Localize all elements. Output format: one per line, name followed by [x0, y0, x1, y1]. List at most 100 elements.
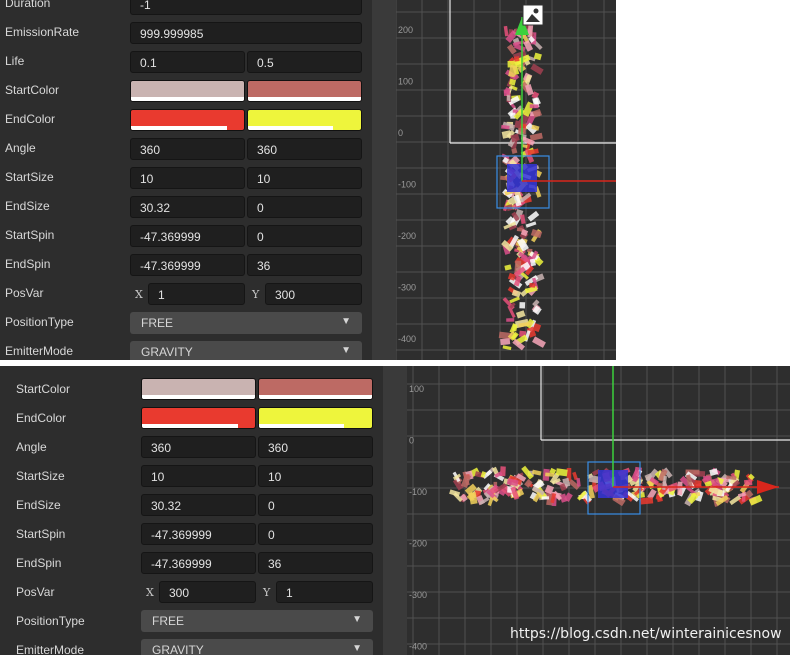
- posvar-y-field[interactable]: 300: [265, 283, 362, 305]
- property-label: StartSpin: [5, 228, 55, 242]
- startspin-max-field[interactable]: 0: [247, 225, 362, 247]
- property-row-endspin: EndSpin -47.369999 36: [0, 250, 372, 279]
- ruler-strip: [390, 0, 396, 360]
- alpha-bar: [142, 424, 239, 428]
- particle: [503, 25, 509, 37]
- endsize-min-field[interactable]: 30.32: [141, 494, 256, 516]
- endspin-min-field[interactable]: -47.369999: [130, 254, 245, 276]
- property-row-startcolor: StartColor: [0, 76, 372, 105]
- property-label: Angle: [16, 440, 47, 454]
- scene-view[interactable]: 200 100 0 -100 -200 -300 -400: [390, 0, 616, 360]
- scene-canvas[interactable]: 200 100 0 -100 -200 -300 -400: [390, 0, 616, 360]
- startcolor-color-b[interactable]: [258, 378, 373, 400]
- x-axis-label: X: [135, 288, 143, 301]
- ruler-label: -300: [398, 283, 416, 293]
- property-label: EndColor: [16, 411, 67, 425]
- particle: [529, 132, 543, 141]
- property-row-emittermode: EmitterMode GRAVITY ▼: [0, 635, 383, 655]
- ruler-label: -100: [398, 180, 416, 190]
- endcolor-color-a[interactable]: [130, 109, 245, 131]
- startspin-min-field[interactable]: -47.369999: [130, 225, 245, 247]
- alpha-bar: [142, 395, 255, 399]
- emissionrate-field[interactable]: 999.999985: [130, 22, 362, 44]
- angle-max-field[interactable]: 360: [258, 436, 373, 458]
- life-max-field[interactable]: 0.5: [247, 51, 362, 73]
- property-label: EndSpin: [16, 556, 62, 570]
- ruler-label: 0: [409, 436, 414, 446]
- y-axis-label: Y: [263, 586, 271, 599]
- red-arrow-icon[interactable]: [757, 480, 779, 494]
- property-row-endspin: EndSpin -47.369999 36: [0, 548, 383, 577]
- ruler-label: -400: [409, 642, 427, 652]
- emittermode-select[interactable]: GRAVITY ▼: [141, 639, 373, 655]
- endsize-min-field[interactable]: 30.32: [130, 196, 245, 218]
- property-row-endcolor: EndColor: [0, 403, 383, 432]
- screenshot-top: Duration -1 EmissionRate 999.999985 Life 0.1 0…: [0, 0, 616, 360]
- positiontype-select[interactable]: FREE ▼: [130, 312, 362, 334]
- property-label: StartSize: [5, 170, 54, 184]
- particle: [520, 214, 526, 225]
- endsize-max-field[interactable]: 0: [247, 196, 362, 218]
- angle-min-field[interactable]: 360: [130, 138, 245, 160]
- property-row-positiontype: PositionType FREE ▼: [0, 606, 383, 635]
- property-label: EndColor: [5, 112, 56, 126]
- startspin-max-field[interactable]: 0: [258, 523, 373, 545]
- startcolor-color-b[interactable]: [247, 80, 362, 102]
- life-min-field[interactable]: 0.1: [130, 51, 245, 73]
- ruler-label: -400: [398, 334, 416, 344]
- property-row-startspin: StartSpin -47.369999 0: [0, 519, 383, 548]
- angle-min-field[interactable]: 360: [141, 436, 256, 458]
- property-row-startspin: StartSpin -47.369999 0: [0, 221, 372, 250]
- startsize-min-field[interactable]: 10: [130, 167, 245, 189]
- alpha-bar: [131, 97, 244, 101]
- endspin-max-field[interactable]: 36: [258, 552, 373, 574]
- property-row-startcolor: StartColor: [0, 374, 383, 403]
- startsize-max-field[interactable]: 10: [258, 465, 373, 487]
- properties-panel: Duration -1 EmissionRate 999.999985 Life 0.1 0…: [0, 0, 372, 360]
- startcolor-color-a[interactable]: [130, 80, 245, 102]
- startcolor-color-a[interactable]: [141, 378, 256, 400]
- endcolor-color-b[interactable]: [247, 109, 362, 131]
- caret-down-icon: ▼: [341, 345, 351, 356]
- property-label: Angle: [5, 141, 36, 155]
- property-label: StartSize: [16, 469, 65, 483]
- endsize-max-field[interactable]: 0: [258, 494, 373, 516]
- posvar-y-field[interactable]: 1: [276, 581, 373, 603]
- property-label: EndSize: [16, 498, 61, 512]
- alpha-bar: [131, 126, 228, 130]
- posvar-x-field[interactable]: 1: [148, 283, 245, 305]
- scene-view[interactable]: 100 0 -100 -200 -300 -400: [401, 366, 790, 655]
- scene-canvas[interactable]: 100 0 -100 -200 -300 -400: [401, 366, 790, 655]
- ruler-label: -200: [398, 231, 416, 241]
- property-row-posvar: PosVar X 300 Y 1: [0, 577, 383, 606]
- property-row-angle: Angle 360 360: [0, 432, 383, 461]
- property-label: PositionType: [16, 614, 85, 628]
- startspin-min-field[interactable]: -47.369999: [141, 523, 256, 545]
- angle-max-field[interactable]: 360: [247, 138, 362, 160]
- panel-splitter[interactable]: [383, 366, 401, 655]
- startsize-min-field[interactable]: 10: [141, 465, 256, 487]
- duration-field[interactable]: -1: [130, 0, 362, 15]
- endspin-min-field[interactable]: -47.369999: [141, 552, 256, 574]
- watermark: https://blog.csdn.net/winterainicesnow: [510, 626, 782, 642]
- image-icon[interactable]: [522, 4, 544, 26]
- particle: [541, 496, 550, 500]
- panel-splitter[interactable]: [372, 0, 390, 360]
- startsize-max-field[interactable]: 10: [247, 167, 362, 189]
- particle: [677, 481, 683, 496]
- endcolor-color-b[interactable]: [258, 407, 373, 429]
- positiontype-select[interactable]: FREE ▼: [141, 610, 373, 632]
- property-label: EndSpin: [5, 257, 51, 271]
- particle: [503, 89, 511, 97]
- endspin-max-field[interactable]: 36: [247, 254, 362, 276]
- endcolor-color-a[interactable]: [141, 407, 256, 429]
- x-axis-label: X: [146, 586, 154, 599]
- posvar-x-field[interactable]: 300: [159, 581, 256, 603]
- emittermode-select[interactable]: GRAVITY ▼: [130, 341, 362, 360]
- property-row-posvar: PosVar X 1 Y 300: [0, 279, 372, 308]
- property-row-duration: Duration -1: [0, 0, 372, 18]
- property-label: EmissionRate: [5, 25, 80, 39]
- property-row-startsize: StartSize 10 10: [0, 163, 372, 192]
- caret-down-icon: ▼: [352, 614, 362, 625]
- alpha-bar: [259, 395, 372, 399]
